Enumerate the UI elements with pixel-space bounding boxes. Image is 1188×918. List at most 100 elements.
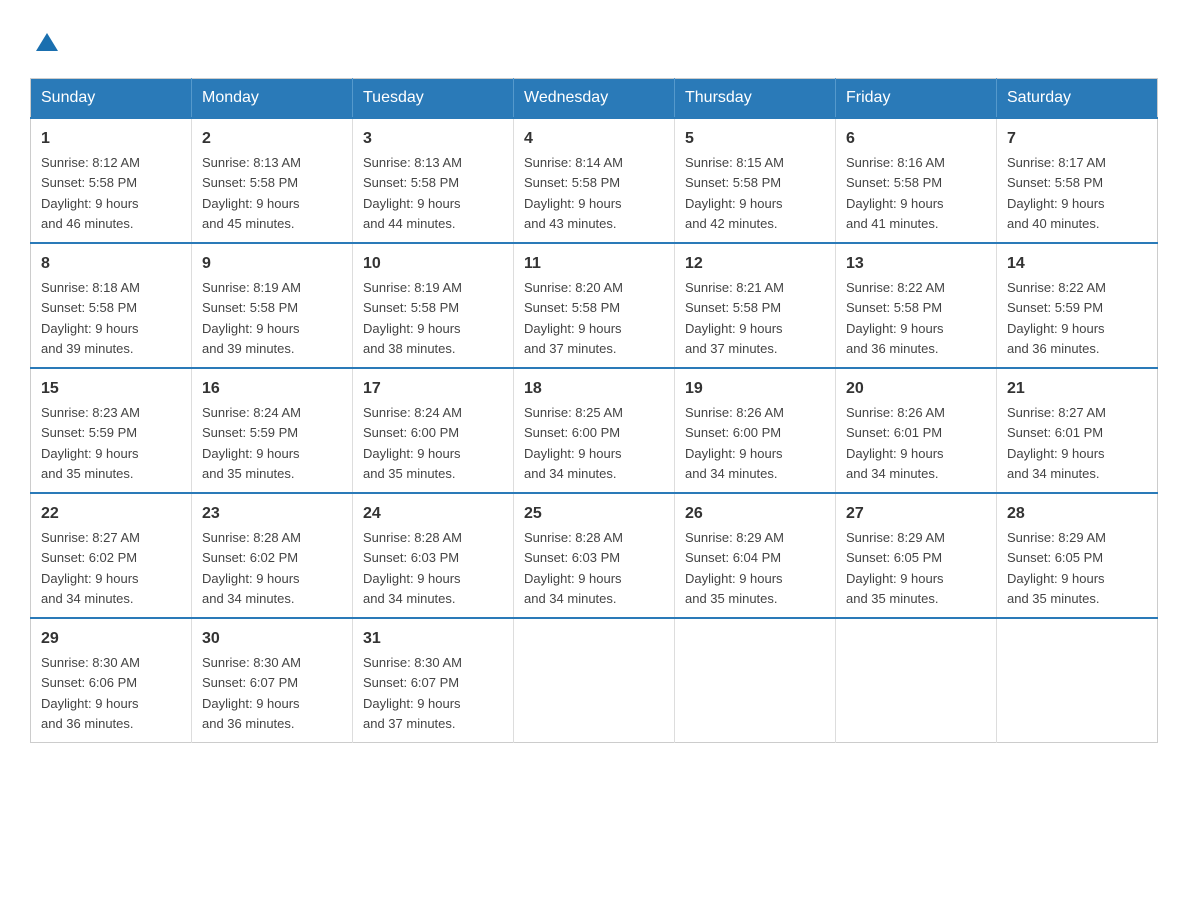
- day-number: 20: [846, 377, 986, 401]
- day-number: 12: [685, 252, 825, 276]
- calendar-cell: 15 Sunrise: 8:23 AMSunset: 5:59 PMDaylig…: [31, 368, 192, 493]
- day-info: Sunrise: 8:28 AMSunset: 6:02 PMDaylight:…: [202, 530, 301, 606]
- calendar-cell: 9 Sunrise: 8:19 AMSunset: 5:58 PMDayligh…: [192, 243, 353, 368]
- calendar-week-row: 8 Sunrise: 8:18 AMSunset: 5:58 PMDayligh…: [31, 243, 1158, 368]
- day-number: 15: [41, 377, 181, 401]
- calendar-cell: 17 Sunrise: 8:24 AMSunset: 6:00 PMDaylig…: [353, 368, 514, 493]
- day-number: 7: [1007, 127, 1147, 151]
- day-info: Sunrise: 8:30 AMSunset: 6:07 PMDaylight:…: [202, 655, 301, 731]
- calendar-cell: 8 Sunrise: 8:18 AMSunset: 5:58 PMDayligh…: [31, 243, 192, 368]
- calendar-week-row: 29 Sunrise: 8:30 AMSunset: 6:06 PMDaylig…: [31, 618, 1158, 743]
- calendar-cell: 4 Sunrise: 8:14 AMSunset: 5:58 PMDayligh…: [514, 118, 675, 243]
- day-info: Sunrise: 8:28 AMSunset: 6:03 PMDaylight:…: [363, 530, 462, 606]
- calendar-cell: 7 Sunrise: 8:17 AMSunset: 5:58 PMDayligh…: [997, 118, 1158, 243]
- day-number: 17: [363, 377, 503, 401]
- header-tuesday: Tuesday: [353, 79, 514, 119]
- day-info: Sunrise: 8:21 AMSunset: 5:58 PMDaylight:…: [685, 280, 784, 356]
- header-monday: Monday: [192, 79, 353, 119]
- day-number: 13: [846, 252, 986, 276]
- day-info: Sunrise: 8:13 AMSunset: 5:58 PMDaylight:…: [202, 155, 301, 231]
- calendar-cell: 2 Sunrise: 8:13 AMSunset: 5:58 PMDayligh…: [192, 118, 353, 243]
- day-number: 23: [202, 502, 342, 526]
- day-number: 3: [363, 127, 503, 151]
- day-info: Sunrise: 8:14 AMSunset: 5:58 PMDaylight:…: [524, 155, 623, 231]
- calendar-cell: 26 Sunrise: 8:29 AMSunset: 6:04 PMDaylig…: [675, 493, 836, 618]
- calendar-cell: 10 Sunrise: 8:19 AMSunset: 5:58 PMDaylig…: [353, 243, 514, 368]
- day-info: Sunrise: 8:30 AMSunset: 6:07 PMDaylight:…: [363, 655, 462, 731]
- calendar-cell: 20 Sunrise: 8:26 AMSunset: 6:01 PMDaylig…: [836, 368, 997, 493]
- day-number: 24: [363, 502, 503, 526]
- day-info: Sunrise: 8:24 AMSunset: 6:00 PMDaylight:…: [363, 405, 462, 481]
- day-number: 8: [41, 252, 181, 276]
- page-header: [30, 20, 1158, 58]
- day-info: Sunrise: 8:28 AMSunset: 6:03 PMDaylight:…: [524, 530, 623, 606]
- day-number: 10: [363, 252, 503, 276]
- calendar-cell: 31 Sunrise: 8:30 AMSunset: 6:07 PMDaylig…: [353, 618, 514, 743]
- logo: [30, 20, 58, 58]
- day-info: Sunrise: 8:27 AMSunset: 6:01 PMDaylight:…: [1007, 405, 1106, 481]
- calendar-week-row: 22 Sunrise: 8:27 AMSunset: 6:02 PMDaylig…: [31, 493, 1158, 618]
- calendar-cell: 23 Sunrise: 8:28 AMSunset: 6:02 PMDaylig…: [192, 493, 353, 618]
- day-info: Sunrise: 8:29 AMSunset: 6:04 PMDaylight:…: [685, 530, 784, 606]
- day-number: 4: [524, 127, 664, 151]
- logo-triangle-icon: [36, 33, 58, 51]
- day-info: Sunrise: 8:22 AMSunset: 5:59 PMDaylight:…: [1007, 280, 1106, 356]
- day-info: Sunrise: 8:29 AMSunset: 6:05 PMDaylight:…: [1007, 530, 1106, 606]
- day-number: 21: [1007, 377, 1147, 401]
- day-info: Sunrise: 8:26 AMSunset: 6:00 PMDaylight:…: [685, 405, 784, 481]
- day-info: Sunrise: 8:15 AMSunset: 5:58 PMDaylight:…: [685, 155, 784, 231]
- day-number: 16: [202, 377, 342, 401]
- calendar-cell: [997, 618, 1158, 743]
- calendar-cell: 29 Sunrise: 8:30 AMSunset: 6:06 PMDaylig…: [31, 618, 192, 743]
- day-info: Sunrise: 8:30 AMSunset: 6:06 PMDaylight:…: [41, 655, 140, 731]
- day-number: 30: [202, 627, 342, 651]
- calendar-cell: 6 Sunrise: 8:16 AMSunset: 5:58 PMDayligh…: [836, 118, 997, 243]
- calendar-cell: 5 Sunrise: 8:15 AMSunset: 5:58 PMDayligh…: [675, 118, 836, 243]
- logo-blue-text: [30, 30, 58, 58]
- day-number: 27: [846, 502, 986, 526]
- calendar-cell: 11 Sunrise: 8:20 AMSunset: 5:58 PMDaylig…: [514, 243, 675, 368]
- day-info: Sunrise: 8:23 AMSunset: 5:59 PMDaylight:…: [41, 405, 140, 481]
- day-number: 31: [363, 627, 503, 651]
- day-number: 29: [41, 627, 181, 651]
- day-number: 2: [202, 127, 342, 151]
- day-info: Sunrise: 8:16 AMSunset: 5:58 PMDaylight:…: [846, 155, 945, 231]
- day-number: 28: [1007, 502, 1147, 526]
- day-number: 25: [524, 502, 664, 526]
- calendar-cell: 21 Sunrise: 8:27 AMSunset: 6:01 PMDaylig…: [997, 368, 1158, 493]
- calendar-cell: 19 Sunrise: 8:26 AMSunset: 6:00 PMDaylig…: [675, 368, 836, 493]
- day-number: 14: [1007, 252, 1147, 276]
- day-info: Sunrise: 8:20 AMSunset: 5:58 PMDaylight:…: [524, 280, 623, 356]
- day-number: 26: [685, 502, 825, 526]
- header-thursday: Thursday: [675, 79, 836, 119]
- day-number: 5: [685, 127, 825, 151]
- day-info: Sunrise: 8:26 AMSunset: 6:01 PMDaylight:…: [846, 405, 945, 481]
- calendar-cell: 30 Sunrise: 8:30 AMSunset: 6:07 PMDaylig…: [192, 618, 353, 743]
- day-info: Sunrise: 8:24 AMSunset: 5:59 PMDaylight:…: [202, 405, 301, 481]
- header-friday: Friday: [836, 79, 997, 119]
- day-number: 9: [202, 252, 342, 276]
- day-number: 6: [846, 127, 986, 151]
- calendar-cell: 14 Sunrise: 8:22 AMSunset: 5:59 PMDaylig…: [997, 243, 1158, 368]
- day-info: Sunrise: 8:29 AMSunset: 6:05 PMDaylight:…: [846, 530, 945, 606]
- calendar-cell: 25 Sunrise: 8:28 AMSunset: 6:03 PMDaylig…: [514, 493, 675, 618]
- day-info: Sunrise: 8:13 AMSunset: 5:58 PMDaylight:…: [363, 155, 462, 231]
- calendar-cell: 24 Sunrise: 8:28 AMSunset: 6:03 PMDaylig…: [353, 493, 514, 618]
- day-number: 18: [524, 377, 664, 401]
- day-info: Sunrise: 8:22 AMSunset: 5:58 PMDaylight:…: [846, 280, 945, 356]
- day-number: 22: [41, 502, 181, 526]
- calendar-week-row: 15 Sunrise: 8:23 AMSunset: 5:59 PMDaylig…: [31, 368, 1158, 493]
- day-info: Sunrise: 8:19 AMSunset: 5:58 PMDaylight:…: [363, 280, 462, 356]
- calendar-cell: [675, 618, 836, 743]
- header-saturday: Saturday: [997, 79, 1158, 119]
- day-info: Sunrise: 8:12 AMSunset: 5:58 PMDaylight:…: [41, 155, 140, 231]
- calendar-cell: [514, 618, 675, 743]
- day-info: Sunrise: 8:27 AMSunset: 6:02 PMDaylight:…: [41, 530, 140, 606]
- calendar-cell: 22 Sunrise: 8:27 AMSunset: 6:02 PMDaylig…: [31, 493, 192, 618]
- calendar-table: SundayMondayTuesdayWednesdayThursdayFrid…: [30, 78, 1158, 743]
- calendar-cell: 13 Sunrise: 8:22 AMSunset: 5:58 PMDaylig…: [836, 243, 997, 368]
- calendar-week-row: 1 Sunrise: 8:12 AMSunset: 5:58 PMDayligh…: [31, 118, 1158, 243]
- calendar-cell: 12 Sunrise: 8:21 AMSunset: 5:58 PMDaylig…: [675, 243, 836, 368]
- header-wednesday: Wednesday: [514, 79, 675, 119]
- day-info: Sunrise: 8:25 AMSunset: 6:00 PMDaylight:…: [524, 405, 623, 481]
